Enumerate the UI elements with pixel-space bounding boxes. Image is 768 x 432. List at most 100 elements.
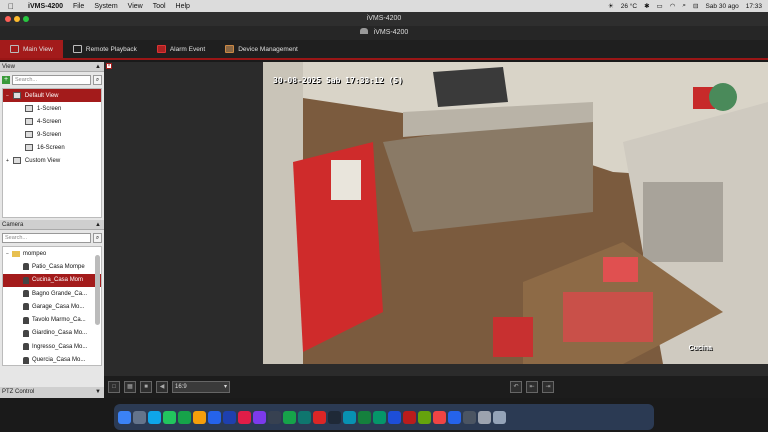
- aspect-ratio-select[interactable]: 16:9 ▾: [172, 381, 230, 393]
- music-icon[interactable]: [238, 410, 251, 424]
- stop-all-icon[interactable]: ■: [140, 381, 152, 393]
- control-center-icon[interactable]: ⊟: [693, 2, 698, 10]
- previous-page-icon[interactable]: ⇤: [526, 381, 538, 393]
- itunes-icon[interactable]: [433, 410, 446, 424]
- camera-group[interactable]: − mompeo: [3, 247, 101, 260]
- capture-icon[interactable]: ↶: [510, 381, 522, 393]
- menu-help[interactable]: Help: [176, 3, 190, 10]
- minimize-button[interactable]: [14, 16, 20, 22]
- view-item-16-screen[interactable]: 16-Screen: [3, 141, 101, 154]
- expand-icon[interactable]: +: [6, 158, 9, 164]
- downloads-icon[interactable]: [478, 410, 491, 424]
- chevron-up-icon[interactable]: ▲: [95, 220, 101, 230]
- menubar-date[interactable]: Sab 30 ago: [705, 3, 738, 10]
- camera-search-input[interactable]: Search...: [2, 233, 91, 243]
- menu-system[interactable]: System: [94, 3, 117, 10]
- add-view-icon[interactable]: +: [2, 76, 10, 84]
- search-icon[interactable]: ⌕: [93, 75, 102, 85]
- battery-icon[interactable]: ▭: [657, 2, 663, 10]
- close-window-icon[interactable]: ×: [106, 63, 112, 69]
- camera-item[interactable]: Garage_Casa Mo...: [3, 300, 101, 313]
- camera-label: Ingresso_Casa Mo...: [32, 343, 88, 350]
- app-icon[interactable]: [343, 410, 356, 424]
- apple-icon[interactable]: : [8, 2, 14, 11]
- ptz-label: PTZ Control: [2, 389, 35, 395]
- view-item-default[interactable]: − Default View: [3, 89, 101, 102]
- tab-alarm-event[interactable]: Alarm Event: [147, 40, 215, 58]
- trash-icon[interactable]: [493, 410, 506, 424]
- app-icon[interactable]: [328, 410, 341, 424]
- search-icon[interactable]: ⌕: [93, 233, 102, 243]
- window-division-icon[interactable]: □: [108, 381, 120, 393]
- word-icon[interactable]: [388, 410, 401, 424]
- app-icon[interactable]: [403, 410, 416, 424]
- window-title: iVMS-4200: [366, 15, 402, 22]
- temperature[interactable]: 26 °C: [621, 3, 637, 10]
- xml-icon[interactable]: [418, 410, 431, 424]
- sun-icon[interactable]: ☀: [608, 2, 614, 10]
- facetime-icon[interactable]: [178, 410, 191, 424]
- tab-remote-playback[interactable]: Remote Playback: [63, 40, 147, 58]
- excel-icon[interactable]: [358, 410, 371, 424]
- bluetooth-icon[interactable]: ✱: [644, 2, 649, 10]
- camera-item[interactable]: Cucina_Casa Mom: [3, 273, 101, 287]
- view-search-input[interactable]: Search...: [12, 75, 91, 85]
- messages-icon[interactable]: [163, 410, 176, 424]
- notes-icon[interactable]: [193, 410, 206, 424]
- menubar-time[interactable]: 17:33: [746, 3, 762, 10]
- chevron-up-icon[interactable]: ▲: [95, 62, 101, 72]
- tab-label: Alarm Event: [169, 45, 206, 53]
- menu-view[interactable]: View: [128, 3, 143, 10]
- ptz-control-header[interactable]: PTZ Control ▼: [0, 387, 104, 398]
- camera-video-feed[interactable]: 30-08-2025 Sab 17:33:12 (S) Cucina: [263, 62, 768, 364]
- view-item-9-screen[interactable]: 9-Screen: [3, 128, 101, 141]
- collapse-icon[interactable]: −: [6, 93, 9, 99]
- mail-icon[interactable]: [148, 410, 161, 424]
- whatsapp-icon[interactable]: [283, 410, 296, 424]
- terminal-icon[interactable]: [268, 410, 281, 424]
- app-icon[interactable]: [463, 410, 476, 424]
- view-icon: [12, 92, 21, 99]
- next-page-icon[interactable]: ⇥: [542, 381, 554, 393]
- app-icon[interactable]: [298, 410, 311, 424]
- menu-tool[interactable]: Tool: [153, 3, 166, 10]
- search-icon[interactable]: ⌕: [682, 2, 686, 10]
- camera-list-scrollbar[interactable]: [95, 255, 100, 325]
- pdf-icon[interactable]: [313, 410, 326, 424]
- camera-icon: [23, 343, 29, 351]
- camera-item[interactable]: Giardino_Casa Mo...: [3, 327, 101, 340]
- chevron-down-icon[interactable]: ▼: [95, 387, 101, 398]
- close-button[interactable]: [5, 16, 11, 22]
- screen-icon: [25, 131, 33, 138]
- camera-item[interactable]: Bagno Grande_Ca...: [3, 287, 101, 300]
- app-icon[interactable]: [253, 410, 266, 424]
- launchpad-icon[interactable]: [133, 410, 146, 424]
- view-item-custom[interactable]: + Custom View: [3, 154, 101, 167]
- view-panel-header[interactable]: View ▲: [0, 62, 104, 72]
- outlook-icon[interactable]: [448, 410, 461, 424]
- tab-main-view[interactable]: Main View: [0, 40, 63, 58]
- tab-device-management[interactable]: Device Management: [215, 40, 308, 58]
- app-store-icon[interactable]: [208, 410, 221, 424]
- view-item-1-screen[interactable]: 1-Screen: [3, 102, 101, 115]
- camera-panel-header[interactable]: Camera ▲: [0, 220, 104, 230]
- camera-item[interactable]: Tavolo Marmo_Ca...: [3, 313, 101, 326]
- alarm-icon: [156, 45, 166, 53]
- audio-icon[interactable]: ◀: [156, 381, 168, 393]
- camera-label: Giardino_Casa Mo...: [32, 330, 88, 337]
- wifi-icon[interactable]: ◠: [670, 2, 676, 10]
- safari-icon[interactable]: [223, 410, 236, 424]
- maps-icon[interactable]: [373, 410, 386, 424]
- finder-icon[interactable]: [118, 410, 131, 424]
- macos-dock: [114, 404, 654, 430]
- camera-item[interactable]: Patio_Casa Mompe: [3, 260, 101, 273]
- zoom-button[interactable]: [23, 16, 29, 22]
- camera-item[interactable]: Quercia_Casa Mo...: [3, 353, 101, 365]
- view-item-4-screen[interactable]: 4-Screen: [3, 115, 101, 128]
- video-timestamp-osd: 30-08-2025 Sab 17:33:12 (S): [273, 76, 404, 85]
- menu-app-name[interactable]: iVMS-4200: [28, 3, 63, 10]
- layout-icon[interactable]: ▦: [124, 381, 136, 393]
- menu-file[interactable]: File: [73, 3, 84, 10]
- camera-item[interactable]: Ingresso_Casa Mo...: [3, 340, 101, 353]
- collapse-icon[interactable]: −: [6, 251, 9, 257]
